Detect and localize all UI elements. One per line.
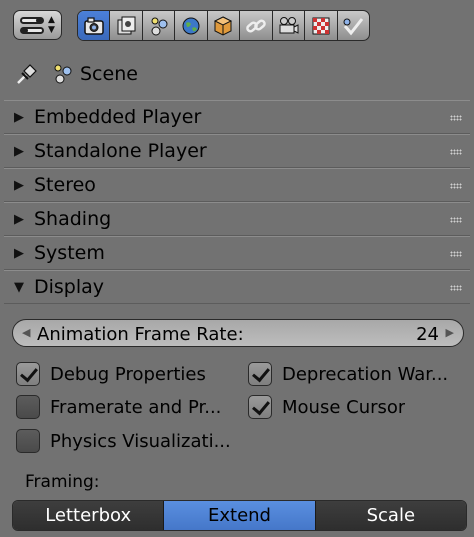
framing-option-extend[interactable]: Extend [164, 501, 316, 530]
context-path: Scene [14, 60, 138, 88]
panel-title: Display [34, 276, 105, 298]
expand-triangle-icon: ▶ [14, 143, 24, 159]
brush-icon [343, 17, 364, 35]
panel-shading[interactable]: ▶ Shading [4, 202, 470, 236]
tab-constraints[interactable] [240, 11, 273, 40]
world-icon [182, 17, 200, 34]
film-camera-icon [279, 16, 299, 34]
scene-label: Scene [80, 63, 138, 85]
panel-title: Standalone Player [34, 140, 207, 162]
panel-title: Embedded Player [34, 106, 202, 128]
panel-system[interactable]: ▶ System [4, 236, 470, 270]
checkbox-icon[interactable] [248, 395, 272, 419]
panel-stereo[interactable]: ▶ Stereo [4, 168, 470, 202]
framing-option-scale[interactable]: Scale [315, 501, 466, 530]
drag-grip-icon[interactable] [450, 285, 462, 291]
cube-icon [214, 15, 233, 36]
pin-icon[interactable] [14, 61, 40, 87]
scene-icon [54, 64, 72, 84]
frame-rate-value: 24 [416, 324, 439, 345]
drag-grip-icon[interactable] [450, 183, 462, 189]
panel-title: Stereo [34, 174, 96, 196]
animation-frame-rate-field[interactable]: ◀ Animation Frame Rate: 24 ▶ [12, 319, 464, 347]
panel-title: Shading [34, 208, 112, 230]
checkbox-label: Framerate and Pr... [50, 396, 222, 418]
framing-label: Framing: [25, 472, 100, 492]
checker-icon [312, 17, 330, 34]
checkbox-icon[interactable] [16, 429, 40, 453]
expand-triangle-icon: ▶ [14, 245, 24, 261]
framerate-and-profile-checkbox[interactable]: Framerate and Pr... [16, 394, 221, 420]
tab-physics[interactable] [338, 11, 369, 40]
framing-option-letterbox[interactable]: Letterbox [13, 501, 165, 530]
panel-standalone-player[interactable]: ▶ Standalone Player [4, 134, 470, 168]
tab-modifiers[interactable] [273, 11, 306, 40]
render-layers-icon [117, 16, 136, 34]
decrement-arrow-icon[interactable]: ◀ [22, 326, 30, 339]
checkbox-label: Physics Visualizati... [50, 430, 231, 452]
editor-type-icon[interactable]: ▲ ▼ [13, 10, 62, 40]
debug-properties-checkbox[interactable]: Debug Properties [16, 361, 206, 387]
frame-rate-label: Animation Frame Rate: [37, 324, 244, 345]
increment-arrow-icon[interactable]: ▶ [446, 326, 454, 339]
drag-grip-icon[interactable] [450, 251, 462, 257]
properties-header: ▲ ▼ [0, 0, 474, 44]
tab-render[interactable] [78, 11, 111, 40]
collapse-triangle-icon: ▼ [14, 279, 24, 295]
checkbox-label: Mouse Cursor [282, 396, 406, 418]
tab-render-layers[interactable] [110, 11, 143, 40]
drag-grip-icon[interactable] [450, 115, 462, 121]
checkbox-icon[interactable] [16, 395, 40, 419]
drag-grip-icon[interactable] [450, 149, 462, 155]
checkbox-icon[interactable] [248, 362, 272, 386]
mouse-cursor-checkbox[interactable]: Mouse Cursor [248, 394, 405, 420]
scene-icon [151, 17, 168, 35]
checkbox-icon[interactable] [16, 362, 40, 386]
tab-world[interactable] [175, 11, 208, 40]
framing-selector: Letterbox Extend Scale [12, 500, 467, 531]
checkbox-label: Debug Properties [50, 363, 206, 385]
drag-grip-icon[interactable] [450, 217, 462, 223]
deprecation-warnings-checkbox[interactable]: Deprecation War... [248, 361, 470, 387]
camera-icon [83, 16, 104, 35]
panel-embedded-player[interactable]: ▶ Embedded Player [4, 100, 470, 134]
tab-scene[interactable] [143, 11, 176, 40]
context-tabs [77, 10, 370, 41]
expand-triangle-icon: ▶ [14, 109, 24, 125]
panel-title: System [34, 242, 105, 264]
physics-visualization-checkbox[interactable]: Physics Visualizati... [16, 428, 231, 454]
panel-list: ▶ Embedded Player ▶ Standalone Player ▶ … [4, 100, 470, 304]
tab-texture[interactable] [305, 11, 338, 40]
panel-display[interactable]: ▼ Display [4, 270, 470, 304]
checkbox-label: Deprecation War... [282, 363, 449, 385]
expand-triangle-icon: ▶ [14, 177, 24, 193]
tab-object[interactable] [208, 11, 241, 40]
link-icon [246, 18, 266, 33]
expand-triangle-icon: ▶ [14, 211, 24, 227]
